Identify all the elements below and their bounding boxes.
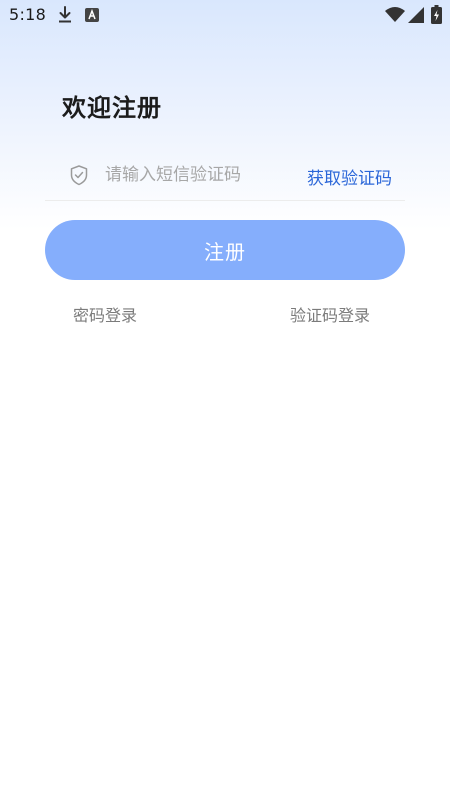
status-time: 5:18 (9, 5, 47, 24)
a-badge-icon (85, 7, 99, 26)
shield-check-icon (68, 164, 90, 186)
wifi-icon (385, 7, 405, 27)
download-icon (57, 6, 73, 28)
page-title: 欢迎注册 (62, 94, 162, 122)
code-login-link[interactable]: 验证码登录 (290, 302, 370, 326)
signal-icon (408, 7, 424, 27)
sms-code-row: 获取验证码 (45, 150, 405, 201)
sms-code-input[interactable] (105, 160, 295, 190)
password-login-link[interactable]: 密码登录 (73, 302, 137, 326)
get-code-button[interactable]: 获取验证码 (307, 164, 392, 189)
status-bar: 5:18 (0, 0, 450, 30)
register-button[interactable]: 注册 (45, 220, 405, 280)
battery-charging-icon (431, 5, 442, 28)
